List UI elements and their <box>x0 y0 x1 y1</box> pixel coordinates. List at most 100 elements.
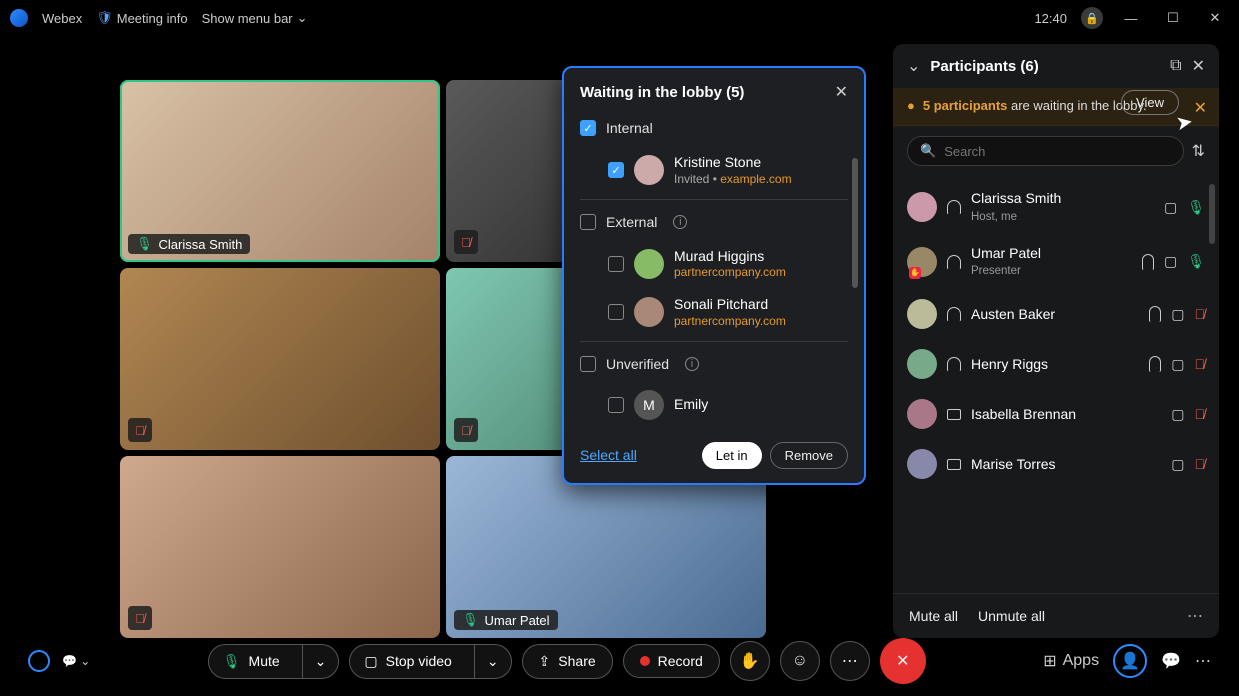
participants-footer: Mute all Unmute all ⋯ <box>893 593 1219 638</box>
sort-icon[interactable]: ⇅ <box>1192 141 1205 161</box>
lock-icon[interactable]: 🔒 <box>1081 7 1103 29</box>
mic-on-icon: 🎙 <box>1187 253 1205 270</box>
more-options-button[interactable]: ⋯ <box>830 641 870 681</box>
mute-all-button[interactable]: Mute all <box>909 608 958 624</box>
avatar <box>634 249 664 279</box>
close-icon[interactable]: ✕ <box>1194 98 1207 118</box>
mute-button[interactable]: 🎙Mute ⌄ <box>208 644 340 679</box>
mic-on-icon: 🎙 <box>462 612 479 628</box>
video-tile[interactable]: 🎙̸ <box>120 268 440 450</box>
video-tile[interactable]: 🎙 Clarissa Smith <box>120 80 440 262</box>
end-call-button[interactable]: ✕ <box>880 638 926 684</box>
mic-on-icon: 🎙 <box>136 236 153 252</box>
participant-row[interactable]: Austen Baker ▢ 🎙̸ <box>901 289 1211 339</box>
show-menu-bar-button[interactable]: Show menu bar ⌄ <box>202 10 308 26</box>
checkbox[interactable] <box>608 256 624 272</box>
participant-row[interactable]: Marise Torres ▢ 🎙̸ <box>901 439 1211 489</box>
lobby-item[interactable]: ✓ Kristine Stone Invited • example.com <box>580 146 848 195</box>
chat-button[interactable]: 💬 <box>1161 651 1181 671</box>
window-minimize-button[interactable]: — <box>1117 4 1145 32</box>
lobby-item[interactable]: Murad Higgins partnercompany.com <box>580 240 848 289</box>
lobby-group-unverified[interactable]: Unverified i <box>580 341 848 382</box>
hand-icon <box>1149 306 1161 322</box>
info-icon[interactable]: i <box>673 215 687 229</box>
lobby-item[interactable]: Sonali Pitchard partnercompany.com <box>580 288 848 337</box>
hand-icon <box>1149 356 1161 372</box>
scrollbar[interactable] <box>852 158 858 419</box>
participants-button[interactable]: 👤 <box>1113 644 1147 678</box>
clock: 12:40 <box>1034 11 1067 26</box>
close-icon[interactable]: ✕ <box>835 82 848 102</box>
assistant-icon[interactable] <box>28 650 50 672</box>
more-icon[interactable]: ⋯ <box>1187 606 1203 626</box>
reactions-button[interactable]: ☺ <box>780 641 820 681</box>
lobby-group-external[interactable]: External i <box>580 199 848 240</box>
captions-button[interactable]: 💬 ⌄ <box>62 654 90 668</box>
app-name: Webex <box>42 11 82 26</box>
webex-logo-icon <box>10 9 28 27</box>
stop-video-button[interactable]: ▢Stop video ⌄ <box>349 644 511 679</box>
apps-button[interactable]: ⊞Apps <box>1043 651 1099 671</box>
camera-icon: ▢ <box>1171 356 1184 373</box>
checkbox[interactable] <box>608 304 624 320</box>
remove-button[interactable]: Remove <box>770 442 848 469</box>
headset-icon <box>947 255 961 269</box>
unmute-all-button[interactable]: Unmute all <box>978 608 1045 624</box>
camera-icon: ▢ <box>1171 456 1184 473</box>
avatar <box>907 299 937 329</box>
mic-muted-icon: 🎙̸ <box>454 230 478 254</box>
window-maximize-button[interactable]: ☐ <box>1159 4 1187 32</box>
participant-row[interactable]: ✋ Umar PatelPresenter ▢ 🎙 <box>901 235 1211 290</box>
let-in-button[interactable]: Let in <box>702 442 762 469</box>
camera-icon: ▢ <box>1164 253 1177 270</box>
avatar-initial: M <box>634 390 664 420</box>
popout-icon[interactable]: ⧉ <box>1170 57 1181 75</box>
mic-off-icon: 🎙̸ <box>1195 406 1206 422</box>
lobby-group-internal[interactable]: ✓ Internal <box>580 110 848 146</box>
scrollbar[interactable] <box>1209 184 1215 244</box>
mic-muted-icon: 🎙̸ <box>454 418 478 442</box>
chevron-down-icon[interactable]: ⌄ <box>474 645 511 678</box>
participant-row[interactable]: Henry Riggs ▢ 🎙̸ <box>901 339 1211 389</box>
search-icon: 🔍 <box>920 143 936 159</box>
panel-options-button[interactable]: ⋯ <box>1195 651 1211 671</box>
checkbox-checked[interactable]: ✓ <box>608 162 624 178</box>
headset-icon <box>947 307 961 321</box>
control-bar: 💬 ⌄ 🎙Mute ⌄ ▢Stop video ⌄ ⇪Share Record … <box>0 636 1239 686</box>
hand-raised-badge: ✋ <box>909 267 921 279</box>
shield-icon: 🛡 <box>96 10 113 26</box>
select-all-link[interactable]: Select all <box>580 447 637 463</box>
lobby-item-name: Murad Higgins <box>674 248 786 266</box>
close-icon[interactable]: ✕ <box>1192 56 1205 76</box>
record-button[interactable]: Record <box>623 644 720 678</box>
apps-icon: ⊞ <box>1043 651 1056 671</box>
mic-on-icon: 🎙 <box>223 653 241 670</box>
participant-row[interactable]: Clarissa SmithHost, me ▢ 🎙 <box>901 180 1211 235</box>
window-close-button[interactable]: ✕ <box>1201 4 1229 32</box>
avatar <box>907 399 937 429</box>
search-input[interactable]: 🔍 <box>907 136 1184 166</box>
participant-row[interactable]: Isabella Brennan ▢ 🎙̸ <box>901 389 1211 439</box>
mic-off-icon: 🎙̸ <box>1195 306 1206 322</box>
nameplate: 🎙 Clarissa Smith <box>128 234 250 254</box>
camera-icon: ▢ <box>1171 306 1184 323</box>
lobby-item[interactable]: M Emily <box>580 382 848 428</box>
video-tile[interactable]: 🎙̸ <box>120 456 440 638</box>
share-icon: ⇪ <box>539 653 551 670</box>
checkbox[interactable] <box>580 356 596 372</box>
info-icon[interactable]: i <box>685 357 699 371</box>
mic-on-icon: 🎙 <box>1187 199 1205 216</box>
chevron-down-icon[interactable]: ⌄ <box>907 56 920 76</box>
camera-icon: ▢ <box>1171 406 1184 423</box>
chevron-down-icon[interactable]: ⌄ <box>302 645 339 678</box>
raise-hand-button[interactable]: ✋ <box>730 641 770 681</box>
lobby-banner: ● 5 participants are waiting in the lobb… <box>893 88 1219 126</box>
share-button[interactable]: ⇪Share <box>522 644 613 679</box>
checkbox[interactable] <box>608 397 624 413</box>
checkbox-checked[interactable]: ✓ <box>580 120 596 136</box>
meeting-info-button[interactable]: 🛡 Meeting info <box>96 10 187 26</box>
avatar <box>634 297 664 327</box>
search-field[interactable] <box>944 144 1170 159</box>
view-lobby-button[interactable]: View <box>1121 90 1179 115</box>
checkbox[interactable] <box>580 214 596 230</box>
